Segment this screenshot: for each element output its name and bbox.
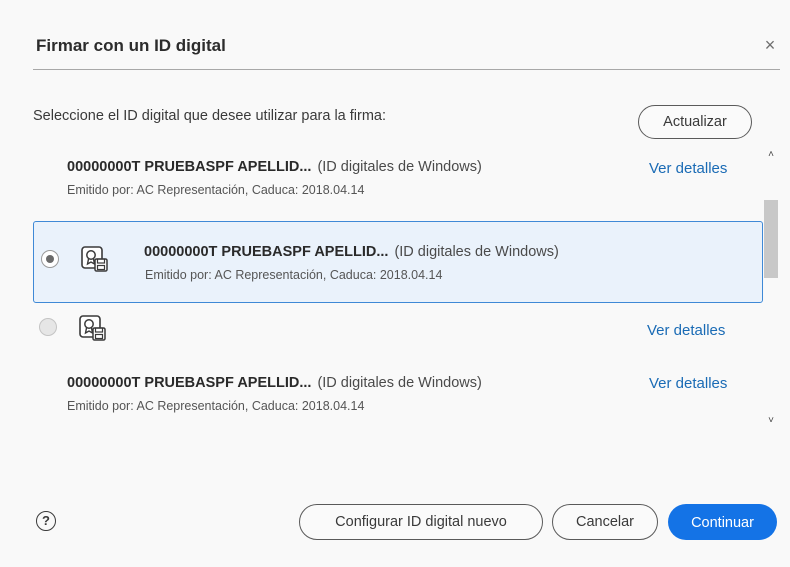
id-radio-selected[interactable]	[41, 250, 59, 268]
digital-id-row[interactable]: 00000000T PRUEBASPF APELLID... (ID digita…	[33, 145, 763, 207]
close-icon[interactable]: ×	[760, 34, 780, 56]
id-details: Emitido por: AC Representación, Caduca: …	[67, 183, 365, 197]
id-name-line: 00000000T PRUEBASPF APELLID... (ID digita…	[67, 159, 482, 175]
id-radio[interactable]	[39, 318, 57, 336]
view-details-link[interactable]: Ver detalles	[649, 160, 727, 177]
id-details: Emitido por: AC Representación, Caduca: …	[145, 268, 443, 282]
id-source: (ID digitales de Windows)	[317, 375, 482, 391]
id-source: (ID digitales de Windows)	[317, 159, 482, 175]
id-name: 00000000T PRUEBASPF APELLID...	[67, 159, 312, 175]
view-details-link[interactable]: Ver detalles	[647, 322, 725, 339]
certificate-icon	[81, 246, 108, 272]
id-name-line: 00000000T PRUEBASPF APELLID... (ID digita…	[67, 375, 482, 391]
help-icon[interactable]: ?	[36, 511, 56, 531]
refresh-button[interactable]: Actualizar	[638, 105, 752, 139]
id-name: 00000000T PRUEBASPF APELLID...	[144, 244, 389, 260]
digital-id-row-selected[interactable]: 00000000T PRUEBASPF APELLID... (ID digita…	[33, 221, 763, 303]
id-source: (ID digitales de Windows)	[394, 244, 559, 260]
digital-id-list: 00000000T PRUEBASPF APELLID... (ID digita…	[33, 145, 781, 433]
title-divider	[33, 69, 780, 70]
id-name-line: 00000000T PRUEBASPF APELLID... (ID digita…	[144, 244, 559, 260]
continue-button[interactable]: Continuar	[668, 504, 777, 540]
instruction-text: Seleccione el ID digital que desee utili…	[33, 108, 387, 124]
scroll-thumb[interactable]	[764, 200, 778, 278]
list-scrollbar[interactable]: ˄ ˅	[763, 148, 779, 430]
cancel-button[interactable]: Cancelar	[552, 504, 658, 540]
digital-id-row[interactable]: 00000000T PRUEBASPF APELLID... (ID digita…	[33, 363, 763, 425]
chevron-up-icon[interactable]: ˄	[763, 148, 779, 162]
configure-new-id-button[interactable]: Configurar ID digital nuevo	[299, 504, 543, 540]
digital-id-row[interactable]: Ver detalles	[33, 309, 763, 349]
id-details: Emitido por: AC Representación, Caduca: …	[67, 399, 365, 413]
view-details-link[interactable]: Ver detalles	[649, 375, 727, 392]
id-name: 00000000T PRUEBASPF APELLID...	[67, 375, 312, 391]
chevron-down-icon[interactable]: ˅	[763, 414, 779, 428]
sign-dialog: Firmar con un ID digital × Seleccione el…	[0, 0, 790, 567]
certificate-icon	[79, 315, 106, 341]
dialog-title: Firmar con un ID digital	[36, 36, 226, 55]
